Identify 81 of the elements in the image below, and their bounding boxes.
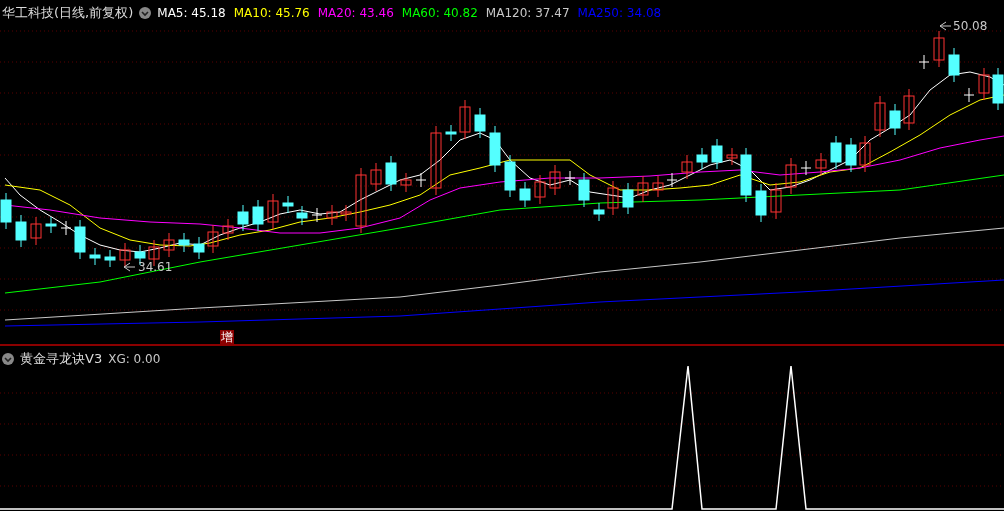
indicator-value: MA5: 45.18	[157, 6, 226, 20]
candlestick	[355, 167, 367, 234]
candlestick	[430, 125, 442, 196]
candlestick	[445, 124, 457, 142]
candlestick	[815, 152, 827, 176]
candlestick	[193, 236, 205, 260]
candlestick	[859, 135, 871, 173]
candlestick	[74, 219, 86, 260]
indicator-value: MA120: 37.47	[485, 6, 570, 20]
candlestick	[607, 180, 619, 216]
candlestick	[222, 218, 234, 241]
candlestick	[385, 155, 397, 192]
candlestick	[252, 199, 264, 232]
indicator-value: MA10: 45.76	[233, 6, 310, 20]
candlestick	[0, 192, 12, 230]
candlestick	[770, 182, 782, 220]
candlestick	[400, 172, 412, 193]
candlestick	[267, 193, 279, 230]
candlestick	[800, 160, 812, 176]
candlestick	[282, 195, 294, 214]
candlestick	[519, 181, 531, 208]
candlestick	[666, 172, 678, 188]
candlestick	[340, 204, 352, 222]
candlestick	[163, 232, 175, 258]
indicator-title: 黄金寻龙诀V3	[20, 350, 103, 368]
candlestick	[311, 207, 323, 223]
candlestick	[474, 107, 486, 139]
candlestick	[933, 30, 945, 68]
candlestick	[785, 157, 797, 195]
candlestick	[564, 170, 576, 186]
candlestick	[60, 220, 72, 236]
high-price-label: 50.08	[953, 19, 988, 33]
indicator-value: MA20: 43.46	[317, 6, 394, 20]
candlestick	[637, 175, 649, 203]
candlestick	[30, 216, 42, 246]
candlestick	[830, 135, 842, 170]
candlestick	[415, 172, 427, 188]
dropdown-icon[interactable]	[139, 7, 152, 19]
candlestick	[104, 249, 116, 268]
candlestick	[578, 172, 590, 208]
candlestick	[992, 67, 1004, 111]
candlestick	[696, 147, 708, 170]
candlestick	[45, 216, 57, 234]
signal-marker: 增	[220, 330, 234, 344]
candlestick	[15, 214, 27, 248]
candlestick	[207, 224, 219, 254]
candlestick	[549, 164, 561, 196]
candlestick	[755, 183, 767, 223]
pointer-arrow-icon	[939, 21, 952, 31]
candlestick	[948, 47, 960, 83]
chart-title: 华工科技(日线,前复权)	[2, 4, 134, 22]
indicator-value: MA60: 40.82	[401, 6, 478, 20]
candlestick	[963, 87, 975, 103]
candlestick	[874, 95, 886, 138]
candlestick	[711, 138, 723, 170]
candlestick	[459, 99, 471, 140]
candlestick	[504, 154, 516, 198]
candlestick	[593, 202, 605, 222]
candlestick	[326, 204, 338, 226]
dropdown-icon[interactable]	[2, 353, 14, 365]
candlestick	[889, 103, 901, 136]
candlestick	[845, 137, 857, 173]
candlestick	[178, 232, 190, 253]
candlestick	[119, 242, 131, 268]
candlestick	[740, 147, 752, 203]
candlestick	[237, 204, 249, 232]
candlestick	[903, 88, 915, 131]
candlestick	[534, 174, 546, 205]
candlestick	[622, 182, 634, 215]
candlestick	[296, 205, 308, 226]
candlestick	[726, 147, 738, 166]
candlestick	[489, 125, 501, 173]
indicator-value: MA250: 34.08	[577, 6, 662, 20]
candlestick	[652, 175, 664, 198]
candlestick	[681, 154, 693, 180]
indicator-value: XG: 0.00	[108, 352, 161, 366]
pointer-arrow-icon	[123, 262, 136, 272]
candlestick	[370, 162, 382, 192]
candlestick	[978, 67, 990, 101]
candlestick	[89, 247, 101, 266]
candlestick	[918, 54, 930, 70]
